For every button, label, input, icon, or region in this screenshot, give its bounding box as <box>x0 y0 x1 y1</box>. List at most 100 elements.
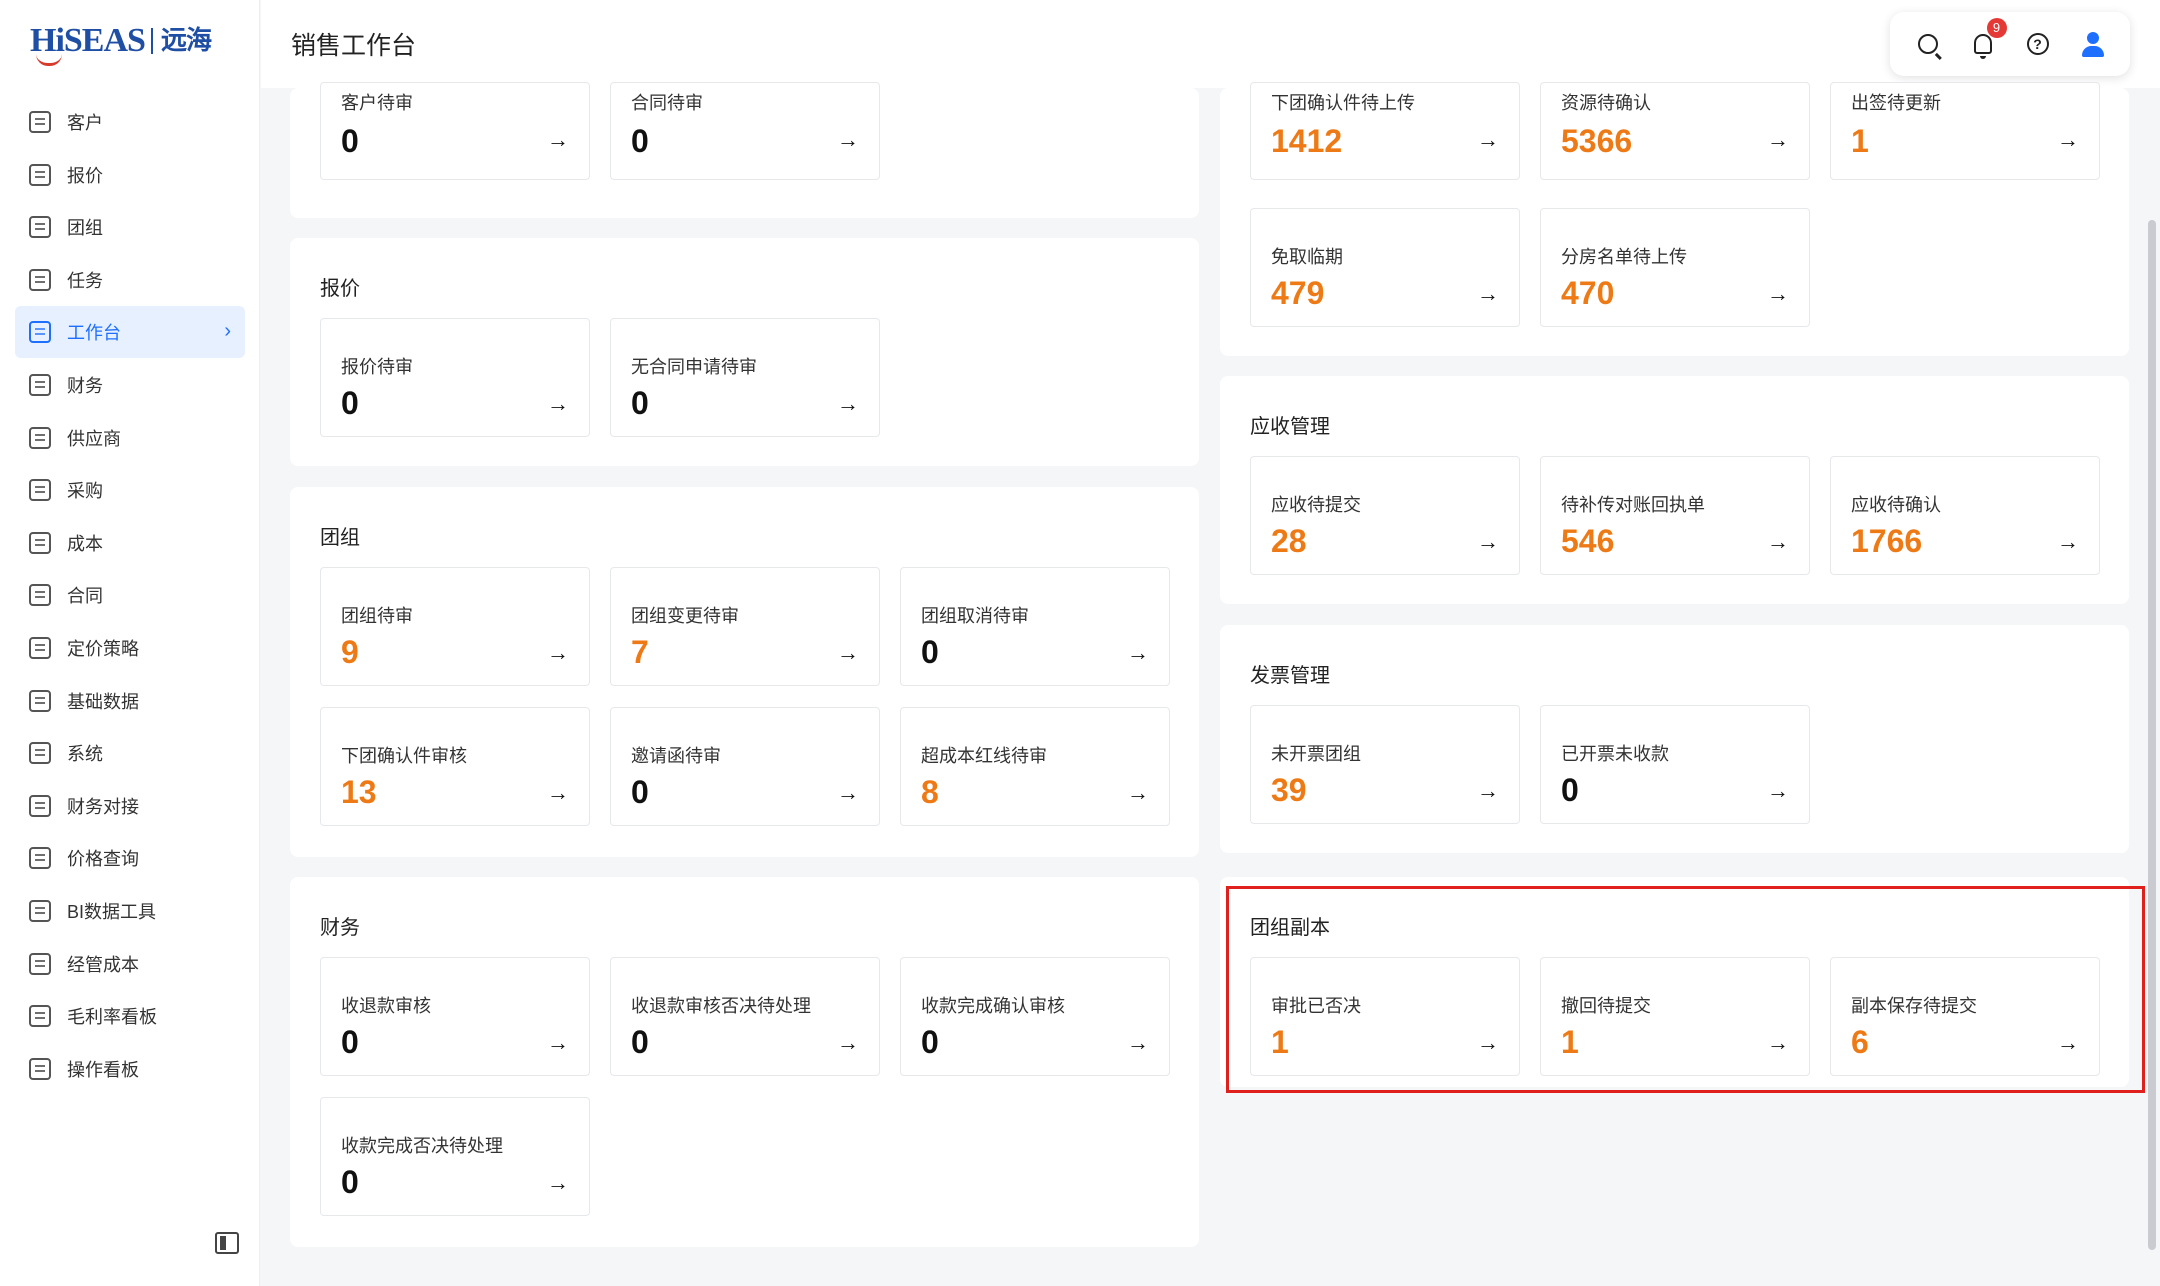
card-label: 报价待审 <box>341 357 413 377</box>
sidebar-item-label: 工作台 <box>67 323 121 344</box>
card-label: 合同待审 <box>631 93 703 113</box>
section-quote: 报价 报价待审 0 → 无合同申请待审 0 → <box>290 238 1199 466</box>
card-resource-confirm[interactable]: 资源待确认 5366 → <box>1540 82 1810 180</box>
card-value: 5366 <box>1561 123 1633 159</box>
supplier-icon <box>29 426 51 449</box>
sidebar-item-operation-board[interactable]: 操作看板 <box>15 1043 245 1095</box>
section-receivable: 应收管理 应收待提交 28 → 待补传对账回执单 546 → 应收待确认 176… <box>1220 376 2129 604</box>
arrow-right-icon: → <box>1477 778 1499 803</box>
arrow-right-icon: → <box>1127 640 1149 665</box>
sidebar-item-dashboard[interactable]: 工作台 › <box>15 306 245 359</box>
bell-icon <box>1973 34 1992 59</box>
sidebar-item-supplier[interactable]: 供应商 <box>15 412 245 464</box>
user-avatar-icon <box>2074 26 2111 62</box>
section-title: 应收管理 <box>1250 416 1330 438</box>
sidebar-item-margin-board[interactable]: 毛利率看板 <box>15 990 245 1042</box>
sidebar-item-purchase[interactable]: 采购 <box>15 464 245 516</box>
section-customer-contract: 客户待审 0 → 合同待审 0 → <box>290 82 1199 218</box>
sidebar-item-quote[interactable]: 报价 <box>15 149 245 201</box>
sidebar-item-customer[interactable]: 客户 <box>15 96 245 148</box>
sidebar-item-label: 定价策略 <box>67 638 139 659</box>
card-confirmation-upload[interactable]: 下团确认件待上传 1412 → <box>1250 82 1520 180</box>
card-label: 邀请函待审 <box>631 746 721 766</box>
section-group: 团组 团组待审 9 → 团组变更待审 7 → 团组取消待审 0 → 下团确认件审… <box>290 487 1199 857</box>
card-pickup-expiring[interactable]: 免取临期 479 → <box>1250 208 1520 327</box>
sidebar-item-bi[interactable]: BI数据工具 <box>15 885 245 937</box>
card-customer-pending[interactable]: 客户待审 0 → <box>320 82 590 180</box>
sidebar-item-pricing[interactable]: 定价策略 <box>15 622 245 674</box>
sidebar-item-group[interactable]: 团组 <box>15 201 245 253</box>
price-search-icon <box>29 847 51 870</box>
card-value: 9 <box>341 634 359 670</box>
card-label: 分房名单待上传 <box>1561 247 1687 267</box>
card-cost-redline-pending[interactable]: 超成本红线待审 8 → <box>900 707 1170 826</box>
help-button[interactable]: ? <box>2018 24 2058 64</box>
logo-smile-icon <box>36 54 62 66</box>
card-invitation-pending[interactable]: 邀请函待审 0 → <box>610 707 880 826</box>
arrow-right-icon: → <box>1127 1030 1149 1055</box>
section-invoice: 发票管理 未开票团组 39 → 已开票未收款 0 → <box>1220 625 2129 853</box>
sidebar-item-management-cost[interactable]: 经管成本 <box>15 938 245 990</box>
search-icon <box>1917 34 1938 54</box>
card-quote-pending[interactable]: 报价待审 0 → <box>320 318 590 437</box>
card-group-change-pending[interactable]: 团组变更待审 7 → <box>610 567 880 686</box>
arrow-right-icon: → <box>547 1030 569 1055</box>
card-uninvoiced-groups[interactable]: 未开票团组 39 → <box>1250 705 1520 824</box>
section-title: 财务 <box>320 917 360 939</box>
vertical-scrollbar[interactable] <box>2148 220 2156 1250</box>
card-label: 客户待审 <box>341 93 413 113</box>
card-group-pending[interactable]: 团组待审 9 → <box>320 567 590 686</box>
bi-icon <box>29 899 51 922</box>
cost-icon <box>29 531 51 554</box>
brand-logo[interactable]: HiSEAS 远海 <box>30 16 212 66</box>
card-value: 1412 <box>1271 123 1343 159</box>
section-title: 团组 <box>320 527 360 549</box>
card-receivable-submit[interactable]: 应收待提交 28 → <box>1250 456 1520 575</box>
card-contract-pending[interactable]: 合同待审 0 → <box>610 82 880 180</box>
sidebar-item-task[interactable]: 任务 <box>15 254 245 306</box>
card-visa-update[interactable]: 出签待更新 1 → <box>1830 82 2100 180</box>
sidebar-item-cost[interactable]: 成本 <box>15 517 245 569</box>
sidebar-item-label: 毛利率看板 <box>67 1007 157 1028</box>
card-label: 收退款审核否决待处理 <box>631 996 811 1016</box>
arrow-right-icon: → <box>1477 529 1499 554</box>
sidebar-collapse-icon[interactable] <box>215 1232 239 1254</box>
section-title: 报价 <box>320 278 360 300</box>
card-reconciliation-receipt[interactable]: 待补传对账回执单 546 → <box>1540 456 1810 575</box>
sidebar-item-system[interactable]: 系统 <box>15 727 245 779</box>
card-value: 8 <box>921 774 939 810</box>
user-button[interactable] <box>2073 24 2113 64</box>
card-value: 479 <box>1271 275 1325 311</box>
card-label: 应收待确认 <box>1851 495 1941 515</box>
sidebar-item-finance[interactable]: 财务 <box>15 359 245 411</box>
sidebar-item-contract[interactable]: 合同 <box>15 569 245 621</box>
card-refund-review[interactable]: 收退款审核 0 → <box>320 957 590 1076</box>
card-receivable-confirm[interactable]: 应收待确认 1766 → <box>1830 456 2100 575</box>
card-value: 0 <box>631 774 649 810</box>
sidebar-item-label: 成本 <box>67 533 103 554</box>
arrow-right-icon: → <box>837 640 859 665</box>
notification-badge: 9 <box>1986 18 2007 38</box>
card-refund-rejected[interactable]: 收退款审核否决待处理 0 → <box>610 957 880 1076</box>
base-data-icon <box>29 689 51 712</box>
card-invoiced-unpaid[interactable]: 已开票未收款 0 → <box>1540 705 1810 824</box>
card-value: 470 <box>1561 275 1615 311</box>
arrow-right-icon: → <box>837 780 859 805</box>
card-payment-complete-review[interactable]: 收款完成确认审核 0 → <box>900 957 1170 1076</box>
sidebar-item-price-search[interactable]: 价格查询 <box>15 832 245 884</box>
card-rooming-list-upload[interactable]: 分房名单待上传 470 → <box>1540 208 1810 327</box>
card-no-contract-pending[interactable]: 无合同申请待审 0 → <box>610 318 880 437</box>
card-payment-complete-rejected[interactable]: 收款完成否决待处理 0 → <box>320 1097 590 1216</box>
card-value: 546 <box>1561 523 1615 559</box>
card-value: 39 <box>1271 772 1307 808</box>
card-confirmation-review[interactable]: 下团确认件审核 13 → <box>320 707 590 826</box>
search-button[interactable] <box>1908 24 1948 64</box>
card-group-cancel-pending[interactable]: 团组取消待审 0 → <box>900 567 1170 686</box>
card-value: 0 <box>921 1024 939 1060</box>
brand-logo-cn: 远海 <box>150 28 212 54</box>
arrow-right-icon: → <box>2057 127 2079 152</box>
sidebar-item-finance-link[interactable]: 财务对接 <box>15 780 245 832</box>
quote-icon <box>29 163 51 186</box>
notification-button[interactable]: 9 <box>1963 18 2007 64</box>
sidebar-item-base-data[interactable]: 基础数据 <box>15 675 245 727</box>
